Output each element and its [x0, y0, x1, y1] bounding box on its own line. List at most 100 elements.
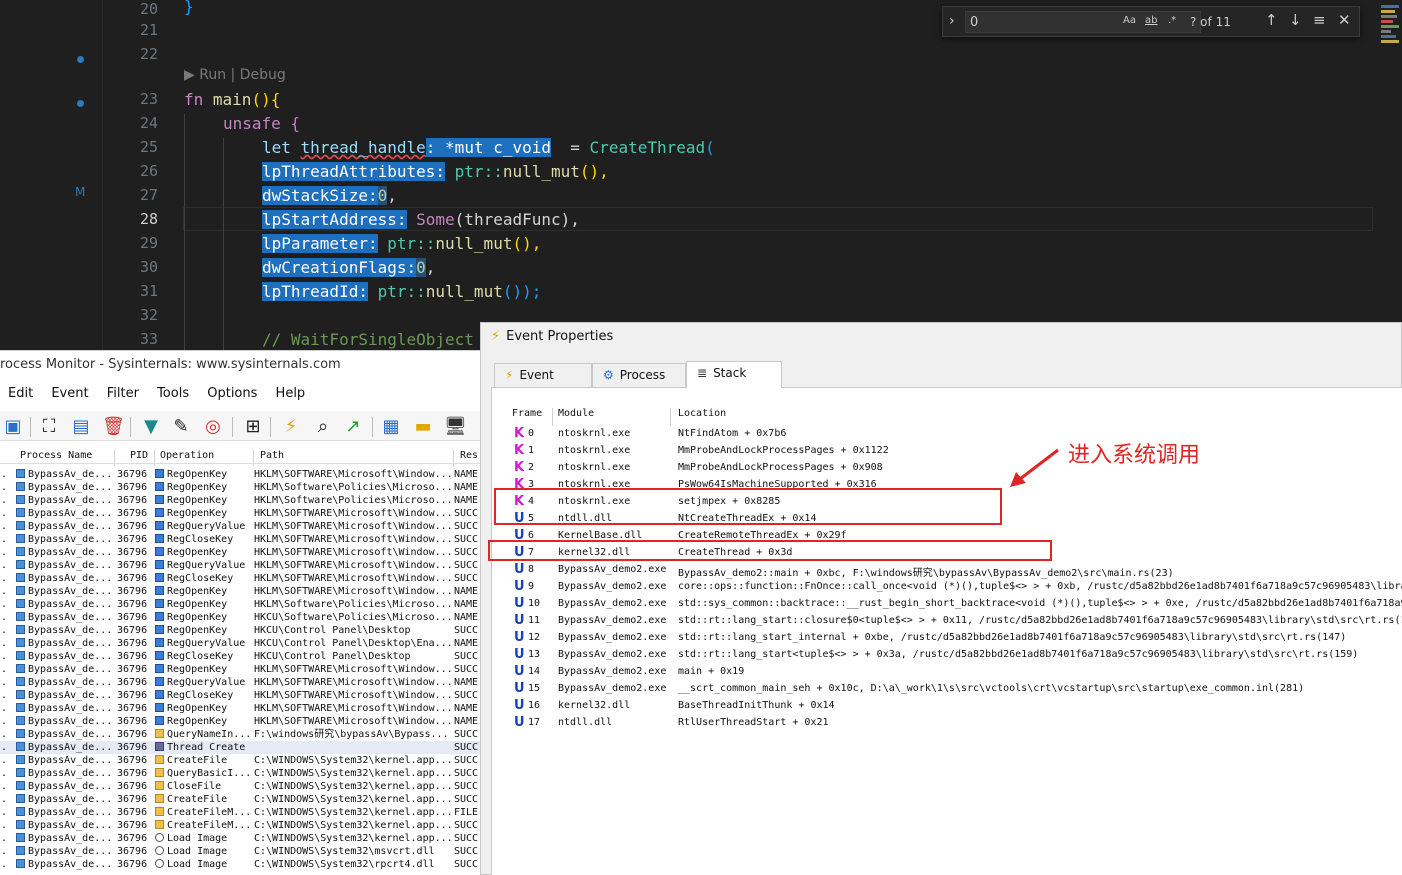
table-row[interactable]: . BypassAv_de... 36796 CloseFile C:\WINDOWS\…: [0, 780, 490, 793]
minimap[interactable]: [1381, 5, 1402, 75]
find-input[interactable]: [965, 11, 1201, 33]
stack-frame-row[interactable]: U 11 BypassAv_demo2.exe std::rt::lang_start…: [492, 613, 1402, 630]
table-row[interactable]: . BypassAv_de... 36796 Load Image C:\WINDOWS…: [0, 858, 490, 871]
stack-frame-row[interactable]: U 12 BypassAv_demo2.exe std::rt::lang_start…: [492, 630, 1402, 647]
table-row[interactable]: . BypassAv_de... 36796 QueryBasicI... C:\WIN…: [0, 767, 490, 780]
table-row[interactable]: . BypassAv_de... 36796 RegOpenKey HKLM\SOFTW…: [0, 585, 490, 598]
table-row[interactable]: . BypassAv_de... 36796 RegOpenKey HKLM\SOFTW…: [0, 468, 490, 481]
table-row[interactable]: . BypassAv_de... 36796 RegQueryValue HKLM\SO…: [0, 559, 490, 572]
table-row[interactable]: . BypassAv_de... 36796 RegOpenKey HKLM\SOFTW…: [0, 546, 490, 559]
table-row[interactable]: . BypassAv_de... 36796 RegQueryValue HKLM\SO…: [0, 520, 490, 533]
stack-frame-row[interactable]: K 1 ntoskrnl.exe MmProbeAndLockProcessPages…: [492, 443, 1402, 460]
table-row[interactable]: . BypassAv_de... 36796 RegOpenKey HKLM\Softw…: [0, 481, 490, 494]
code-editor[interactable]: M 20 21 22 23 24 25 26 27 28 29 30 31 32…: [0, 0, 1402, 350]
code-line-29[interactable]: lpParameter: ptr::null_mut(),: [262, 232, 541, 256]
table-row[interactable]: . BypassAv_de... 36796 CreateFile C:\WINDOWS…: [0, 754, 490, 767]
col-module[interactable]: Module: [558, 408, 594, 419]
highlight-icon[interactable]: ✎: [170, 416, 192, 438]
breakpoint-dot[interactable]: [77, 56, 84, 63]
chevron-right-icon[interactable]: ›: [949, 13, 955, 29]
table-row[interactable]: . BypassAv_de... 36796 RegCloseKey HKCU\Cont…: [0, 650, 490, 663]
col-pid[interactable]: PID: [130, 450, 148, 461]
autoscroll-icon[interactable]: ⛶: [38, 416, 60, 438]
arrow-down-icon[interactable]: ↓: [1289, 11, 1302, 29]
table-row[interactable]: . BypassAv_de... 36796 RegOpenKey HKLM\Softw…: [0, 598, 490, 611]
table-row[interactable]: . BypassAv_de... 36796 RegCloseKey HKLM\SOFT…: [0, 533, 490, 546]
table-row[interactable]: . BypassAv_de... 36796 QueryNameIn... F:\win…: [0, 728, 490, 741]
table-row[interactable]: . BypassAv_de... 36796 RegOpenKey HKLM\Softw…: [0, 494, 490, 507]
event-list[interactable]: . BypassAv_de... 36796 RegOpenKey HKLM\SOFTW…: [0, 468, 490, 871]
col-process-name[interactable]: Process Name: [20, 450, 92, 461]
menu-edit[interactable]: Edit: [8, 386, 33, 401]
table-row[interactable]: . BypassAv_de... 36796 RegOpenKey HKLM\SOFTW…: [0, 715, 490, 728]
table-row[interactable]: . BypassAv_de... 36796 RegCloseKey HKLM\SOFT…: [0, 572, 490, 585]
table-row[interactable]: . BypassAv_de... 36796 RegQueryValue HKCU\Co…: [0, 637, 490, 650]
registry-activity-icon[interactable]: ▦: [380, 416, 402, 438]
process-tree-icon[interactable]: ⊞: [242, 416, 264, 438]
menu-help[interactable]: Help: [276, 386, 306, 401]
regex-toggle[interactable]: .*: [1168, 15, 1176, 26]
menu-event[interactable]: Event: [51, 386, 88, 401]
filter-icon[interactable]: ▼: [140, 416, 162, 438]
table-row[interactable]: . BypassAv_de... 36796 CreateFileM... C:\WIN…: [0, 819, 490, 832]
breakpoint-dot[interactable]: [77, 100, 84, 107]
menu-filter[interactable]: Filter: [107, 386, 139, 401]
menu-tools[interactable]: Tools: [157, 386, 189, 401]
code-line-26[interactable]: lpThreadAttributes: ptr::null_mut(),: [262, 160, 609, 184]
table-row[interactable]: . BypassAv_de... 36796 RegOpenKey HKLM\SOFTW…: [0, 702, 490, 715]
code-line-31[interactable]: lpThreadId: ptr::null_mut());: [262, 280, 541, 304]
find-in-selection-icon[interactable]: ≡: [1313, 11, 1326, 29]
stack-frame-row[interactable]: U 14 BypassAv_demo2.exe main + 0x19: [492, 664, 1402, 681]
run-debug-codelens[interactable]: ▶ Run | Debug: [184, 67, 286, 83]
properties-icon[interactable]: ⚡: [280, 416, 302, 438]
stack-frame-row[interactable]: K 0 ntoskrnl.exe NtFindAtom + 0x7b6: [492, 426, 1402, 443]
code-line-24[interactable]: unsafe {: [223, 112, 300, 136]
table-row[interactable]: . BypassAv_de... 36796 RegQueryValue HKLM\SO…: [0, 676, 490, 689]
file-activity-icon[interactable]: ▬: [412, 416, 434, 438]
code-line-27[interactable]: dwStackSize:0,: [262, 184, 397, 208]
table-row[interactable]: . BypassAv_de... 36796 Load Image C:\WINDOWS…: [0, 845, 490, 858]
table-row[interactable]: . BypassAv_de... 36796 RegOpenKey HKCU\Contr…: [0, 624, 490, 637]
table-row[interactable]: . BypassAv_de... 36796 RegOpenKey HKCU\Softw…: [0, 611, 490, 624]
table-row[interactable]: . BypassAv_de... 36796 RegOpenKey HKLM\SOFTW…: [0, 663, 490, 676]
stack-frame-row[interactable]: U 15 BypassAv_demo2.exe __scrt_common_main_…: [492, 681, 1402, 698]
tab-event[interactable]: ⚡ Event: [494, 363, 592, 387]
stack-frame-row[interactable]: U 13 BypassAv_demo2.exe std::rt::lang_start…: [492, 647, 1402, 664]
col-frame[interactable]: Frame: [512, 408, 542, 419]
col-operation[interactable]: Operation: [160, 450, 214, 461]
stack-frame-row[interactable]: U 16 kernel32.dll BaseThreadInitThunk + 0x1…: [492, 698, 1402, 715]
code-line-25[interactable]: let thread_handle: *mut c_void = CreateT…: [262, 136, 715, 160]
col-location[interactable]: Location: [678, 408, 726, 419]
tab-process[interactable]: ⚙ Process: [592, 363, 686, 387]
stack-frame-row[interactable]: U 10 BypassAv_demo2.exe std::sys_common::ba…: [492, 596, 1402, 613]
code-line-30[interactable]: dwCreationFlags:0,: [262, 256, 435, 280]
stack-frame-row[interactable]: U 17 ntdll.dll RtlUserThreadStart + 0x21: [492, 715, 1402, 732]
code-line-33[interactable]: // WaitForSingleObject: [262, 328, 474, 350]
table-row[interactable]: . BypassAv_de... 36796 RegOpenKey HKLM\SOFTW…: [0, 507, 490, 520]
code-line-23[interactable]: fn main(){: [184, 88, 280, 112]
code-line-28[interactable]: lpStartAddress: Some(threadFunc),: [262, 208, 580, 232]
save-icon[interactable]: ▣: [2, 416, 24, 438]
table-row[interactable]: . BypassAv_de... 36796 Thread Create SUCC: [0, 741, 490, 754]
stack-frame-row[interactable]: U 8 BypassAv_demo2.exe BypassAv_demo2::main…: [492, 562, 1402, 579]
stack-frame-row[interactable]: K 2 ntoskrnl.exe MmProbeAndLockProcessPages…: [492, 460, 1402, 477]
close-icon[interactable]: ✕: [1338, 11, 1351, 29]
table-row[interactable]: . BypassAv_de... 36796 CreateFileM... C:\WIN…: [0, 806, 490, 819]
whole-word-toggle[interactable]: ab: [1145, 15, 1157, 26]
table-row[interactable]: . BypassAv_de... 36796 RegCloseKey HKLM\SOFT…: [0, 689, 490, 702]
col-result[interactable]: Res: [460, 450, 478, 461]
jump-icon[interactable]: ↗: [342, 416, 364, 438]
search-icon[interactable]: ⌕: [312, 416, 334, 438]
arrow-up-icon[interactable]: ↑: [1265, 11, 1278, 29]
network-activity-icon[interactable]: 🖥: [444, 416, 467, 438]
menu-options[interactable]: Options: [207, 386, 257, 401]
table-row[interactable]: . BypassAv_de... 36796 Load Image C:\WINDOWS…: [0, 832, 490, 845]
code-line-20[interactable]: }: [184, 0, 194, 19]
tab-stack[interactable]: ≣ Stack: [686, 361, 782, 388]
col-path[interactable]: Path: [260, 450, 284, 461]
clear-icon[interactable]: 🗑: [102, 416, 125, 438]
stack-frame-row[interactable]: U 9 BypassAv_demo2.exe core::ops::function:…: [492, 579, 1402, 596]
match-case-toggle[interactable]: Aa: [1123, 15, 1136, 26]
table-row[interactable]: . BypassAv_de... 36796 CreateFile C:\WINDOWS…: [0, 793, 490, 806]
capture-icon[interactable]: ▤: [70, 416, 92, 438]
